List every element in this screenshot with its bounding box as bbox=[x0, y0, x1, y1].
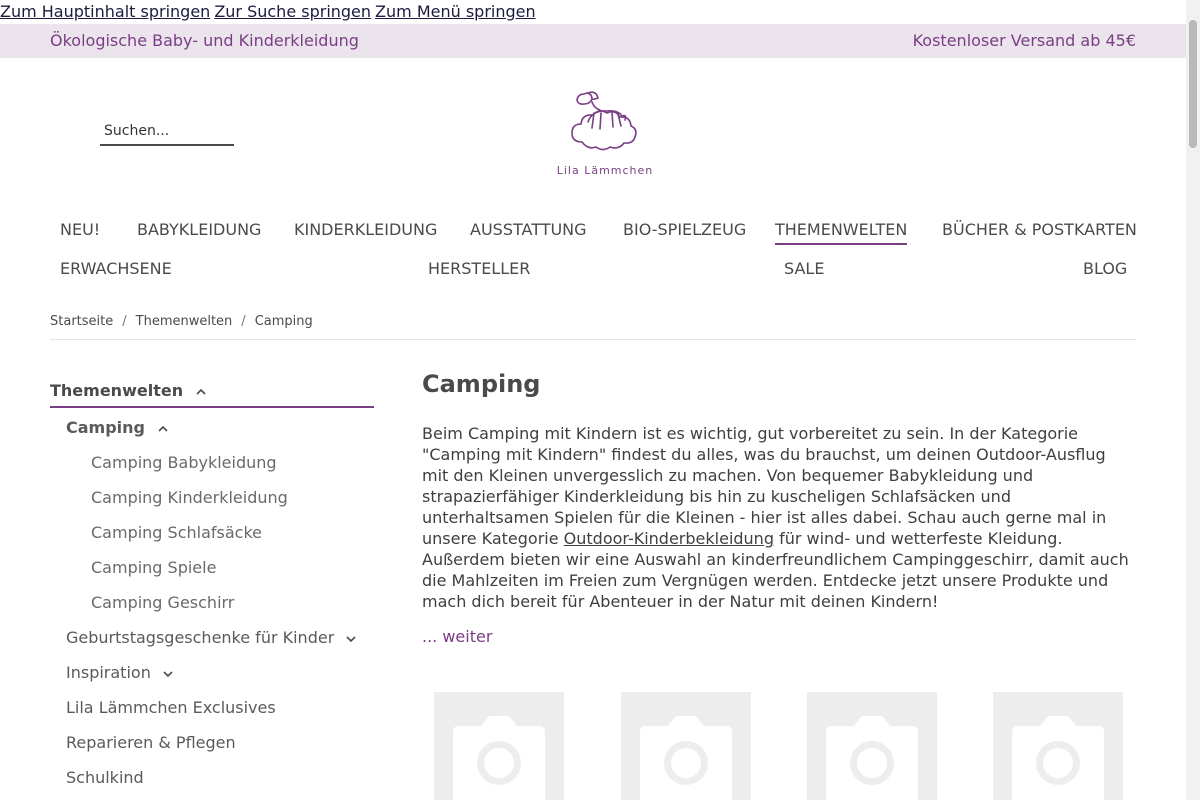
breadcrumb-separator: / bbox=[122, 314, 127, 329]
chevron-up-icon bbox=[196, 388, 206, 395]
sidebar-item-camping-babykleidung[interactable]: Camping Babykleidung bbox=[91, 453, 277, 472]
breadcrumb-item-camping: Camping bbox=[254, 314, 313, 329]
product-image-placeholder[interactable] bbox=[807, 692, 937, 800]
lamb-cloud-logo-icon bbox=[571, 91, 637, 151]
sidebar-item-reparieren-pflegen[interactable]: Reparieren & Pflegen bbox=[66, 733, 236, 752]
nav-item-themenwelten[interactable]: THEMENWELTEN bbox=[775, 220, 908, 245]
nav-item-erwachsene[interactable]: ERWACHSENE bbox=[60, 259, 172, 278]
category-description: Beim Camping mit Kindern ist es wichtig,… bbox=[422, 423, 1134, 612]
top-info-bar: Ökologische Baby- und Kinderkleidung Kos… bbox=[0, 24, 1186, 58]
read-more-link[interactable]: ... weiter bbox=[422, 627, 492, 646]
nav-item-hersteller[interactable]: HERSTELLER bbox=[428, 259, 530, 278]
breadcrumb: Startseite / Themenwelten / Camping bbox=[50, 314, 1136, 340]
sidebar-item-exclusives[interactable]: Lila Lämmchen Exclusives bbox=[66, 698, 276, 717]
camera-icon bbox=[826, 716, 918, 800]
sidebar-item-camping[interactable]: Camping bbox=[66, 418, 169, 437]
product-image-placeholder[interactable] bbox=[621, 692, 751, 800]
camera-icon bbox=[1012, 716, 1104, 800]
main-navigation: NEU! BABYKLEIDUNG KINDERKLEIDUNG AUSSTAT… bbox=[0, 210, 1186, 290]
sidebar-heading-themenwelten[interactable]: Themenwelten bbox=[50, 378, 374, 408]
category-sidebar: Themenwelten bbox=[50, 378, 374, 408]
breadcrumb-item-themenwelten[interactable]: Themenwelten bbox=[136, 314, 233, 329]
scrollbar-thumb[interactable] bbox=[1189, 20, 1197, 148]
logo-text: Lila Lämmchen bbox=[556, 164, 654, 177]
page-title: Camping bbox=[422, 370, 541, 398]
skip-to-content-link[interactable]: Zum Hauptinhalt springen bbox=[0, 2, 210, 21]
search-placeholder: Suchen... bbox=[104, 123, 170, 139]
nav-item-buecher-postkarten[interactable]: BÜCHER & POSTKARTEN bbox=[942, 220, 1137, 239]
sidebar-item-camping-spiele[interactable]: Camping Spiele bbox=[91, 558, 216, 577]
nav-item-babykleidung[interactable]: BABYKLEIDUNG bbox=[137, 220, 261, 239]
product-image-placeholder[interactable] bbox=[993, 692, 1123, 800]
sidebar-heading-label: Themenwelten bbox=[50, 381, 184, 400]
tagline: Ökologische Baby- und Kinderkleidung bbox=[50, 31, 359, 50]
nav-item-sale[interactable]: SALE bbox=[784, 259, 824, 278]
sidebar-item-schulkind[interactable]: Schulkind bbox=[66, 768, 144, 787]
sidebar-item-camping-schlafsaecke[interactable]: Camping Schlafsäcke bbox=[91, 523, 262, 542]
outdoor-kinderbekleidung-link[interactable]: Outdoor-Kinderbekleidung bbox=[564, 529, 774, 548]
skip-links: Zum Hauptinhalt springen Zur Suche spring… bbox=[0, 0, 1186, 24]
sidebar-item-label: Camping bbox=[66, 418, 145, 437]
chevron-up-icon bbox=[158, 425, 168, 432]
breadcrumb-item-startseite[interactable]: Startseite bbox=[50, 314, 113, 329]
product-image-placeholder[interactable] bbox=[434, 692, 564, 800]
shipping-info: Kostenloser Versand ab 45€ bbox=[912, 31, 1136, 50]
sidebar-item-camping-kinderkleidung[interactable]: Camping Kinderkleidung bbox=[91, 488, 288, 507]
nav-item-ausstattung[interactable]: AUSSTATTUNG bbox=[470, 220, 587, 239]
sidebar-item-camping-geschirr[interactable]: Camping Geschirr bbox=[91, 593, 234, 612]
nav-item-blog[interactable]: BLOG bbox=[1083, 259, 1127, 278]
skip-to-menu-link[interactable]: Zum Menü springen bbox=[375, 2, 536, 21]
chevron-down-icon bbox=[163, 670, 173, 677]
skip-to-search-link[interactable]: Zur Suche springen bbox=[214, 2, 371, 21]
scrollbar[interactable] bbox=[1186, 0, 1200, 800]
sidebar-item-inspiration[interactable]: Inspiration bbox=[66, 663, 174, 682]
camera-icon bbox=[640, 716, 732, 800]
breadcrumb-separator: / bbox=[241, 314, 246, 329]
nav-item-kinderkleidung[interactable]: KINDERKLEIDUNG bbox=[294, 220, 437, 239]
sidebar-item-label: Inspiration bbox=[66, 663, 151, 682]
logo[interactable]: Lila Lämmchen bbox=[552, 84, 658, 184]
search-input[interactable]: Suchen... bbox=[100, 118, 234, 146]
camera-icon bbox=[453, 716, 545, 800]
nav-item-neu[interactable]: NEU! bbox=[60, 220, 100, 239]
sidebar-item-label: Geburtstagsgeschenke für Kinder bbox=[66, 628, 335, 647]
sidebar-item-geburtstagsgeschenke[interactable]: Geburtstagsgeschenke für Kinder bbox=[66, 628, 357, 647]
chevron-down-icon bbox=[346, 635, 356, 642]
nav-item-bio-spielzeug[interactable]: BIO-SPIELZEUG bbox=[623, 220, 746, 239]
